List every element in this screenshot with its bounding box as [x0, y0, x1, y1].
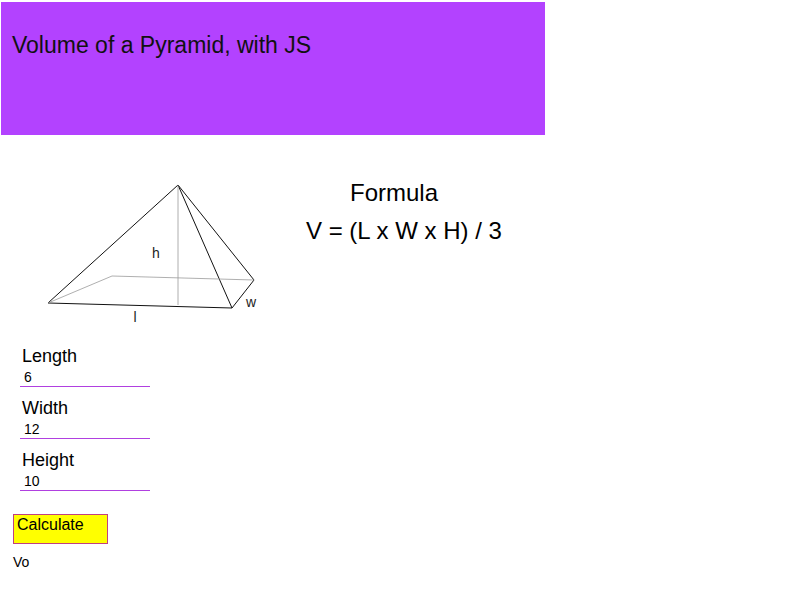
- form-field: Width: [20, 397, 290, 439]
- formula-text: V = (L x W x H) / 3: [306, 217, 536, 245]
- dimension-label: l: [133, 309, 136, 325]
- calculate-button[interactable]: Calculate: [13, 514, 108, 544]
- field-label: Height: [20, 449, 290, 471]
- dimension-label: w: [245, 294, 257, 310]
- field-input[interactable]: [20, 419, 150, 439]
- page-header: Volume of a Pyramid, with JS: [1, 2, 545, 135]
- result-text: Vo: [0, 553, 290, 571]
- left-column: h w l Length Width Height Calculate Vo: [0, 135, 290, 571]
- page-title: Volume of a Pyramid, with JS: [12, 30, 545, 60]
- form-field: Height: [20, 449, 290, 491]
- field-label: Width: [20, 397, 290, 419]
- volume-form: Length Width Height: [0, 345, 290, 501]
- field-input[interactable]: [20, 367, 150, 387]
- pyramid-diagram: h w l: [0, 135, 290, 345]
- formula-heading: Formula: [306, 179, 536, 207]
- field-label: Length: [20, 345, 290, 367]
- formula-panel: Formula V = (L x W x H) / 3: [306, 135, 536, 571]
- main-area: h w l Length Width Height Calculate Vo Formula V …: [0, 135, 800, 571]
- button-row: Calculate: [0, 513, 290, 544]
- field-input[interactable]: [20, 471, 150, 491]
- dimension-label: h: [152, 245, 160, 261]
- form-field: Length: [20, 345, 290, 387]
